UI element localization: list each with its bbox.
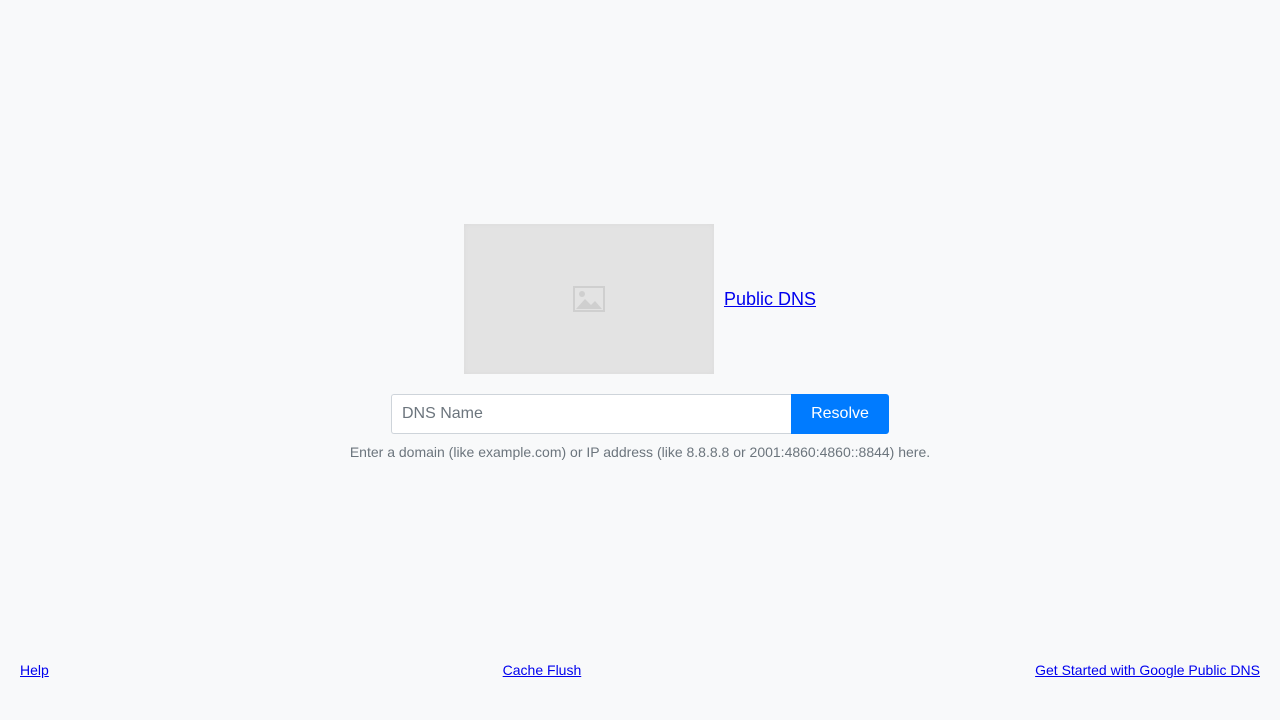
cache-flush-link[interactable]: Cache Flush	[503, 662, 582, 678]
image-placeholder-icon	[572, 286, 605, 312]
help-link[interactable]: Help	[20, 662, 49, 678]
search-form: Resolve	[391, 394, 889, 434]
public-dns-link[interactable]: Public DNS	[724, 289, 816, 310]
dns-name-input[interactable]	[391, 394, 791, 434]
get-started-link[interactable]: Get Started with Google Public DNS	[1035, 662, 1260, 678]
brand-row: Public DNS	[463, 224, 816, 374]
main-content: Public DNS Resolve Enter a domain (like …	[0, 224, 1280, 460]
input-hint: Enter a domain (like example.com) or IP …	[349, 444, 931, 460]
footer: Help Cache Flush Get Started with Google…	[20, 662, 1260, 678]
resolve-button[interactable]: Resolve	[791, 394, 889, 434]
page: Public DNS Resolve Enter a domain (like …	[0, 0, 1280, 720]
logo-image	[463, 224, 714, 374]
